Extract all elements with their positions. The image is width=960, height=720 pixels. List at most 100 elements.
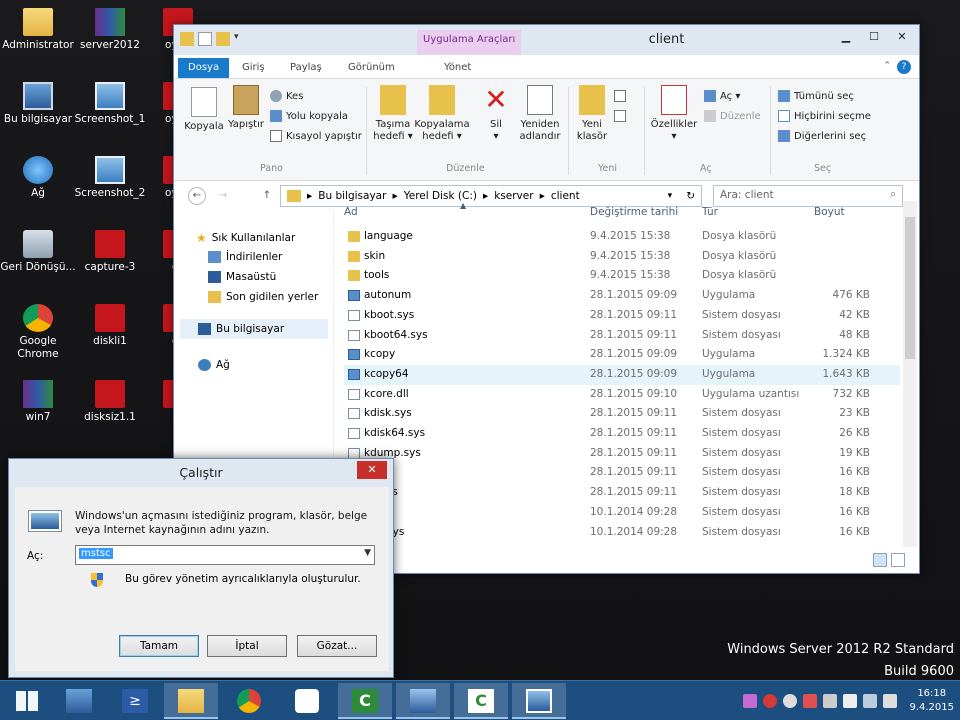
select-none-button[interactable]: Hiçbirini seçme: [778, 107, 871, 125]
record-icon[interactable]: [763, 694, 778, 708]
table-row[interactable]: kdump.sys 28.1.2015 09:11 Sistem dosyası 19…: [344, 444, 900, 464]
maximize-button[interactable]: ☐: [861, 27, 887, 47]
desktop-icon-item[interactable]: Google Chrome: [0, 304, 76, 361]
desktop-icon-item[interactable]: server2012: [72, 8, 148, 52]
col-date[interactable]: Değiştirme tarihi: [590, 206, 678, 218]
run-command-input[interactable]: mstsc ▼: [75, 545, 375, 565]
copy-path-button[interactable]: Yolu kopyala: [270, 107, 348, 125]
chevron-down-icon[interactable]: ▾: [668, 191, 673, 201]
paste-shortcut-button[interactable]: Kısayol yapıştır: [270, 127, 362, 145]
settings-icon[interactable]: [783, 694, 798, 708]
col-size[interactable]: Boyut: [814, 206, 845, 218]
forward-button[interactable]: →: [214, 187, 232, 205]
security-icon[interactable]: [803, 694, 818, 708]
taskbar-server-manager[interactable]: [52, 683, 106, 719]
nav-recent[interactable]: Son gidilen yerler: [208, 291, 318, 303]
pen-icon[interactable]: [743, 694, 758, 708]
tab-view[interactable]: Görünüm: [338, 58, 405, 78]
desktop-icon-item[interactable]: Screenshot_1: [72, 82, 148, 126]
properties-button[interactable]: Özellikler ▾: [648, 85, 700, 143]
new-item-button[interactable]: [614, 87, 626, 105]
easy-access-button[interactable]: [614, 107, 626, 125]
taskbar-powershell[interactable]: ≥: [108, 683, 162, 719]
tab-home[interactable]: Giriş: [232, 58, 275, 78]
table-row[interactable]: language 9.4.2015 15:38 Dosya klasörü: [344, 227, 900, 247]
open-button[interactable]: Aç ▾: [704, 87, 740, 105]
scrollbar-thumb[interactable]: [905, 217, 915, 359]
explorer-titlebar[interactable]: ▾ Uygulama Araçları client ▁ ☐ ✕: [174, 25, 919, 55]
nav-network[interactable]: Ağ: [198, 359, 230, 371]
table-row[interactable]: kcopy64 28.1.2015 09:09 Uygulama 1.643 KB: [344, 364, 900, 385]
nav-this-pc[interactable]: Bu bilgisayar: [180, 319, 328, 339]
minimize-button[interactable]: ▁: [833, 27, 859, 47]
table-row[interactable]: skin 9.4.2015 15:38 Dosya klasörü: [344, 247, 900, 267]
nav-favorites[interactable]: ★ Sık Kullanılanlar: [196, 231, 295, 245]
help-icon[interactable]: ?: [897, 60, 911, 74]
select-all-button[interactable]: Tümünü seç: [778, 87, 854, 105]
table-row[interactable]: autonum 28.1.2015 09:09 Uygulama 476 KB: [344, 286, 900, 306]
table-row[interactable]: e64.sys10.1.2014 09:28Sistem dosyası16 K…: [344, 523, 900, 543]
desktop-icon-item[interactable]: Screenshot_2: [72, 156, 148, 200]
details-view-icon[interactable]: [873, 553, 887, 567]
back-button[interactable]: ←: [188, 187, 206, 205]
table-row[interactable]: kboot.sys 28.1.2015 09:11 Sistem dosyası 42…: [344, 306, 900, 326]
taskbar-app-cloud[interactable]: [280, 683, 334, 719]
table-row[interactable]: 64.sys28.1.2015 09:11Sistem dosyası18 KB: [344, 483, 900, 503]
table-row[interactable]: kdisk.sys 28.1.2015 09:11 Sistem dosyası 23…: [344, 404, 900, 424]
run-close-button[interactable]: ✕: [357, 461, 387, 479]
chevron-down-icon[interactable]: ▼: [364, 548, 371, 558]
taskbar-camtasia-2[interactable]: C: [454, 683, 508, 719]
start-button[interactable]: [0, 683, 54, 719]
col-name[interactable]: Ad: [344, 206, 358, 218]
new-folder-button[interactable]: Yeni klasör: [574, 85, 610, 143]
taskbar-camtasia-1[interactable]: C: [338, 683, 392, 719]
up-button[interactable]: ↑: [258, 187, 276, 205]
collapse-ribbon-icon[interactable]: ⌃: [883, 61, 891, 71]
copy-button[interactable]: Kopyala: [184, 87, 224, 133]
nav-downloads[interactable]: İndirilenler: [208, 251, 282, 263]
copy-to-button[interactable]: Kopyalama hedefi ▾: [414, 85, 470, 143]
tab-file[interactable]: Dosya: [178, 58, 230, 78]
table-row[interactable]: kcore.dll 28.1.2015 09:10 Uygulama uzantıs…: [344, 385, 900, 405]
printer-icon[interactable]: [823, 694, 838, 708]
taskbar-chrome[interactable]: [222, 683, 276, 719]
run-titlebar[interactable]: Çalıştır ✕: [9, 459, 393, 487]
table-row[interactable]: .sys28.1.2015 09:11Sistem dosyası16 KB: [344, 463, 900, 483]
taskbar-run-dialog[interactable]: [512, 683, 566, 719]
taskbar-file-explorer[interactable]: [164, 683, 218, 719]
desktop-icon-item[interactable]: Geri Dönüşü...: [0, 230, 76, 274]
browse-button[interactable]: Gözat...: [297, 635, 377, 657]
desktop-icon-item[interactable]: Ağ: [0, 156, 76, 200]
clock[interactable]: 16:18 9.4.2015: [909, 687, 954, 715]
table-row[interactable]: tools 9.4.2015 15:38 Dosya klasörü: [344, 266, 900, 286]
rename-button[interactable]: Yeniden adlandır: [516, 85, 564, 143]
desktop-icon-item[interactable]: Bu bilgisayar: [0, 82, 76, 126]
invert-selection-button[interactable]: Diğerlerini seç: [778, 127, 866, 145]
close-button[interactable]: ✕: [889, 27, 915, 47]
table-row[interactable]: kcopy 28.1.2015 09:09 Uygulama 1.324 KB: [344, 345, 900, 365]
large-icons-view-icon[interactable]: [891, 553, 905, 567]
taskbar-network-app[interactable]: [396, 683, 450, 719]
flag-icon[interactable]: [843, 694, 858, 708]
ok-button[interactable]: Tamam: [119, 635, 199, 657]
table-row[interactable]: kdisk64.sys 28.1.2015 09:11 Sistem dosyası…: [344, 424, 900, 444]
vertical-scrollbar[interactable]: [903, 201, 917, 547]
volume-icon[interactable]: [883, 694, 898, 708]
delete-button[interactable]: ✕ Sil ▾: [478, 85, 514, 143]
nav-desktop[interactable]: Masaüstü: [208, 271, 276, 283]
table-row[interactable]: kboot64.sys 28.1.2015 09:11 Sistem dosyası…: [344, 326, 900, 346]
cancel-button[interactable]: İptal: [207, 635, 287, 657]
edit-button[interactable]: Düzenle: [704, 107, 761, 125]
desktop-icon-item[interactable]: Administrator: [0, 8, 76, 52]
table-row[interactable]: e.sys10.1.2014 09:28Sistem dosyası16 KB: [344, 503, 900, 523]
desktop-icon-item[interactable]: disksiz1.1: [72, 380, 148, 424]
tab-manage[interactable]: Yönet: [434, 58, 481, 78]
move-to-button[interactable]: Taşıma hedefi ▾: [370, 85, 416, 143]
desktop-icon-item[interactable]: capture-3: [72, 230, 148, 274]
desktop-icon-item[interactable]: diskli1: [72, 304, 148, 348]
desktop-icon-item[interactable]: win7: [0, 380, 76, 424]
tab-share[interactable]: Paylaş: [280, 58, 332, 78]
paste-button[interactable]: Yapıştır: [226, 85, 266, 131]
network-tray-icon[interactable]: [863, 694, 878, 708]
col-type[interactable]: Tür: [702, 206, 718, 218]
